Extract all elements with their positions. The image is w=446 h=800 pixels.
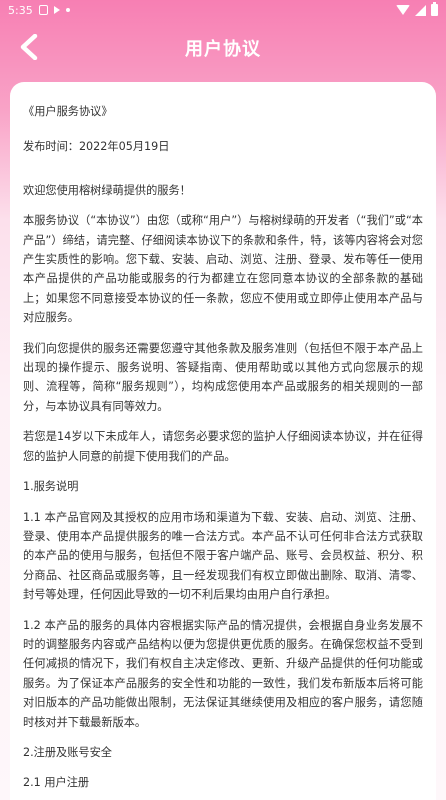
status-left: 5:35 <box>8 4 70 17</box>
battery-icon <box>431 2 438 16</box>
paragraph-minors: 若您是14岁以下未成年人，请您务必要求您的监护人仔细阅读本协议，并在征得您的监护… <box>23 430 423 463</box>
paragraph-1-2: 1.2 本产品的服务的具体内容根据实际产品的情况提供，会根据自身业务发展不时的调… <box>23 618 423 729</box>
paragraph-service-rules: 我们向您提供的服务还需要您遵守其他条款及服务准则（包括但不限于本产品上出现的操作… <box>23 341 423 413</box>
page-title: 用户协议 <box>185 39 261 60</box>
chevron-left-icon <box>20 34 38 60</box>
notification-dot-icon <box>65 8 70 12</box>
document-title: 《用户服务协议》 <box>23 105 113 118</box>
status-bar: 5:35 <box>0 0 446 20</box>
subsection-heading-registration: 2.1 用户注册 <box>23 776 90 790</box>
publish-date: 发布时间：2022年05月19日 <box>23 140 170 154</box>
paragraph-1-1: 1.1 本产品官网及其授权的应用市场和渠道为下载、安装、启动、浏览、注册、登录、… <box>23 510 423 602</box>
paragraph-intro: 本服务协议（“本协议”）由您（或称“用户”）与榕树绿萌的开发者（“我们”或“本产… <box>23 214 423 325</box>
back-button[interactable] <box>14 32 44 62</box>
wifi-icon <box>396 5 410 15</box>
status-right <box>396 2 438 16</box>
section-heading-service: 1.服务说明 <box>23 480 79 494</box>
cell-signal-icon <box>415 4 426 16</box>
sim-card-icon <box>38 5 48 15</box>
welcome-text: 欢迎您使用榕树绿萌提供的服务！ <box>23 183 191 197</box>
agreement-card: 《用户服务协议》 发布时间：2022年05月19日 欢迎您使用榕树绿萌提供的服务… <box>10 82 436 800</box>
play-store-icon <box>53 6 60 14</box>
section-heading-account: 2.注册及账号安全 <box>23 745 112 759</box>
status-time: 5:35 <box>8 3 33 17</box>
app-header: 用户协议 <box>0 20 446 76</box>
